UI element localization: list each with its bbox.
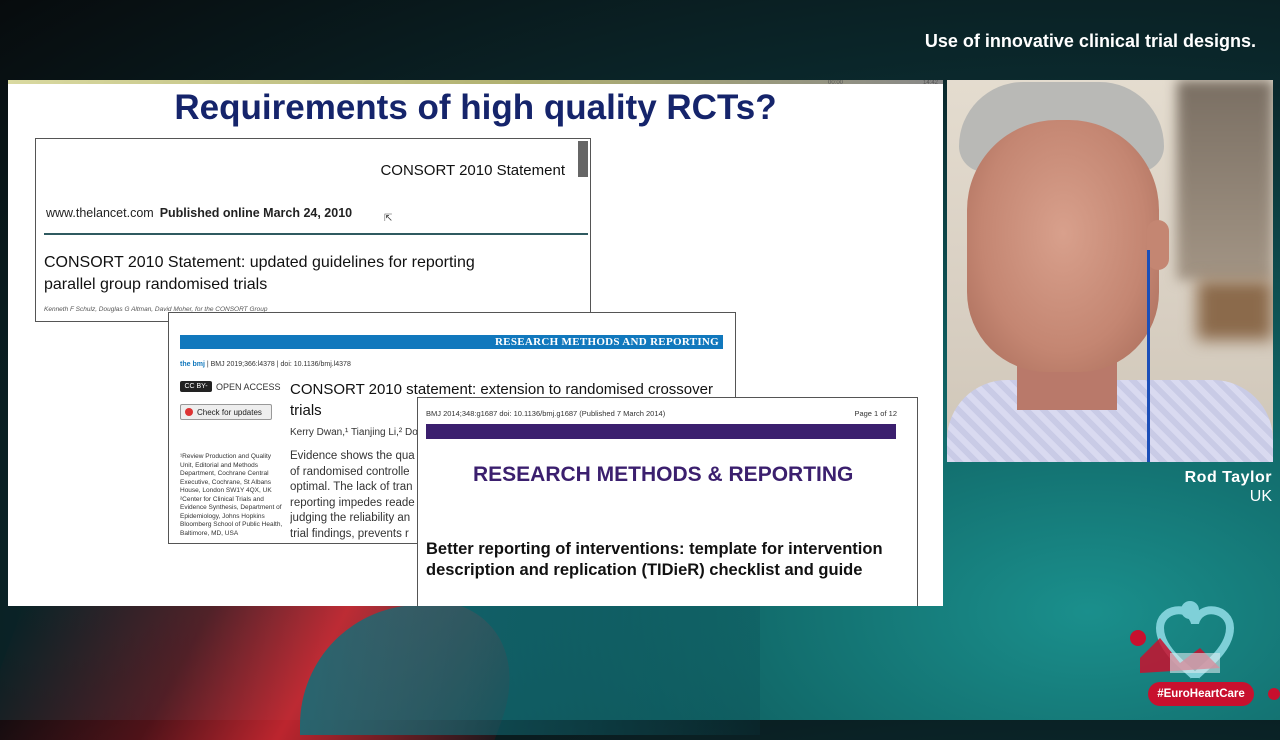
background-blur bbox=[1177, 80, 1273, 280]
card-edge-accent bbox=[578, 141, 588, 177]
earphone-cable bbox=[1147, 250, 1150, 462]
lancet-article-card: CONSORT 2010 Statement www.thelancet.com… bbox=[35, 138, 591, 322]
open-access-row: CC BY-NC OPEN ACCESS bbox=[180, 381, 281, 401]
creative-commons-icon: CC BY-NC bbox=[180, 381, 212, 401]
abstract-line: trial findings, prevents r bbox=[290, 527, 409, 540]
background-blur bbox=[1197, 280, 1273, 340]
tidier-citation: BMJ 2014;348:g1687 doi: 10.1136/bmj.g168… bbox=[426, 409, 666, 418]
research-methods-band: RESEARCH METHODS AND REPORTING bbox=[180, 335, 723, 349]
abstract-line: optimal. The lack of tran bbox=[290, 481, 413, 493]
speaker-name: Rod Taylor bbox=[1184, 469, 1272, 486]
author-affiliations: ¹Review Production and Quality Unit, Edi… bbox=[180, 453, 283, 537]
tidier-section-heading: RESEARCH METHODS & REPORTING bbox=[473, 463, 854, 486]
bmj-abstract: Evidence shows the qua of randomised con… bbox=[290, 449, 420, 542]
bmj-crossover-authors: Kerry Dwan,¹ Tianjing Li,² Do bbox=[290, 427, 418, 438]
slide-progress-bar bbox=[8, 80, 943, 84]
lancet-url-row: www.thelancet.com Published online March … bbox=[46, 206, 352, 220]
speaker-webcam-video bbox=[947, 80, 1273, 462]
lancet-article-title: CONSORT 2010 Statement: updated guidelin… bbox=[44, 254, 475, 293]
speaker-ear bbox=[1147, 220, 1169, 270]
abstract-line: Evidence shows the qua bbox=[290, 450, 415, 462]
slide-time-start: 00:00 bbox=[828, 80, 844, 86]
abstract-line: judging the reliability an bbox=[290, 512, 411, 524]
open-access-label: OPEN ACCESS bbox=[216, 381, 281, 392]
tidier-header-band bbox=[426, 424, 896, 439]
tidier-article-title: Better reporting of interventions: templ… bbox=[426, 540, 883, 579]
decorative-dot bbox=[1268, 688, 1280, 700]
slide-time-end: 14:42 bbox=[923, 80, 939, 86]
slide-heading: Requirements of high quality RCTs? bbox=[174, 88, 777, 127]
abstract-line: of randomised controlle bbox=[290, 465, 410, 478]
check-updates-label: Check for updates bbox=[197, 407, 262, 417]
background-swoosh-teal bbox=[300, 605, 760, 735]
session-title: Use of innovative clinical trial designs… bbox=[924, 31, 1256, 51]
speaker-face bbox=[967, 120, 1159, 372]
tidier-article-card: BMJ 2014;348:g1687 doi: 10.1136/bmj.g168… bbox=[417, 397, 918, 606]
consort-statement-label: CONSORT 2010 Statement bbox=[380, 162, 565, 179]
presentation-slide: 00:00 14:42 Requirements of high quality… bbox=[8, 80, 943, 606]
lancet-url: www.thelancet.com bbox=[46, 206, 154, 220]
abstract-line: reporting impedes reade bbox=[290, 496, 415, 509]
divider bbox=[44, 233, 588, 235]
bmj-citation: the bmj | BMJ 2019;366:l4378 | doi: 10.1… bbox=[180, 361, 351, 368]
updates-icon bbox=[185, 408, 193, 416]
speaker-country: UK bbox=[1249, 488, 1272, 505]
event-hashtag-badge: #EuroHeartCare bbox=[1148, 682, 1254, 706]
tidier-page-number: Page 1 of 12 bbox=[854, 409, 897, 418]
bmj-logo: the bmj bbox=[180, 361, 205, 368]
bmj-citation-text: | BMJ 2019;366:l4378 | doi: 10.1136/bmj.… bbox=[206, 361, 351, 368]
euroheartcare-logo-icon bbox=[1130, 601, 1235, 680]
lancet-published-date: Published online March 24, 2010 bbox=[159, 206, 353, 220]
mouse-cursor-icon: ⇱ bbox=[384, 213, 393, 224]
check-for-updates-button[interactable]: Check for updates bbox=[180, 404, 272, 420]
